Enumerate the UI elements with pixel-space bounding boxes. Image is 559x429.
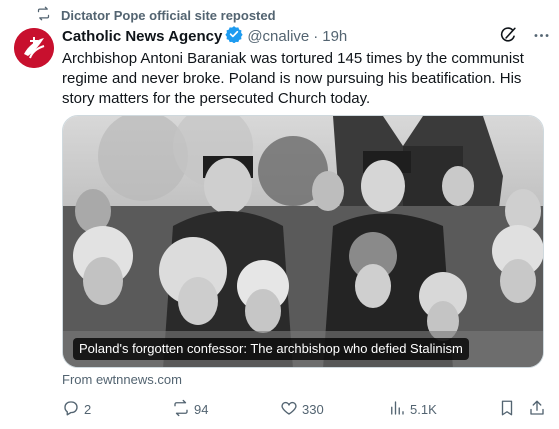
- repost-line[interactable]: Dictator Pope official site reposted: [36, 6, 276, 24]
- repost-count: 94: [194, 401, 209, 417]
- avatar[interactable]: [14, 28, 54, 68]
- repost-icon: [172, 399, 190, 420]
- tweet-text: Archbishop Antoni Baraniak was tortured …: [62, 50, 524, 107]
- reply-count: 2: [84, 401, 92, 417]
- tweet-header: Catholic News Agency @cnalive · 19h: [62, 26, 551, 46]
- author-name[interactable]: Catholic News Agency: [62, 28, 222, 45]
- article-photo: [63, 116, 543, 367]
- repost-icon: [36, 6, 51, 24]
- like-count: 330: [302, 401, 324, 417]
- views-icon: [388, 399, 406, 420]
- bookmark-button[interactable]: [498, 398, 516, 420]
- author-handle[interactable]: @cnalive: [247, 28, 309, 45]
- bookmark-icon: [498, 399, 516, 420]
- verified-badge-icon: [222, 25, 247, 47]
- share-icon: [528, 399, 546, 420]
- repost-button[interactable]: 94: [172, 398, 208, 420]
- reply-icon: [62, 399, 80, 420]
- reply-button[interactable]: 2: [62, 398, 91, 420]
- repost-text: Dictator Pope official site reposted: [61, 7, 276, 23]
- grok-icon[interactable]: [499, 26, 518, 49]
- views-count: 5.1K: [410, 401, 437, 417]
- media-caption: Poland's forgotten confessor: The archbi…: [73, 338, 469, 360]
- link-source[interactable]: From ewtnnews.com: [62, 372, 182, 387]
- timestamp[interactable]: 19h: [322, 28, 347, 45]
- views-button[interactable]: 5.1K: [388, 398, 437, 420]
- more-icon[interactable]: [532, 26, 551, 49]
- like-button[interactable]: 330: [280, 398, 324, 420]
- action-bar: 2 94 330 5.1K: [62, 398, 546, 420]
- separator: ·: [313, 27, 319, 45]
- share-button[interactable]: [528, 398, 546, 420]
- like-icon: [280, 399, 298, 420]
- link-card[interactable]: Poland's forgotten confessor: The archbi…: [62, 115, 544, 368]
